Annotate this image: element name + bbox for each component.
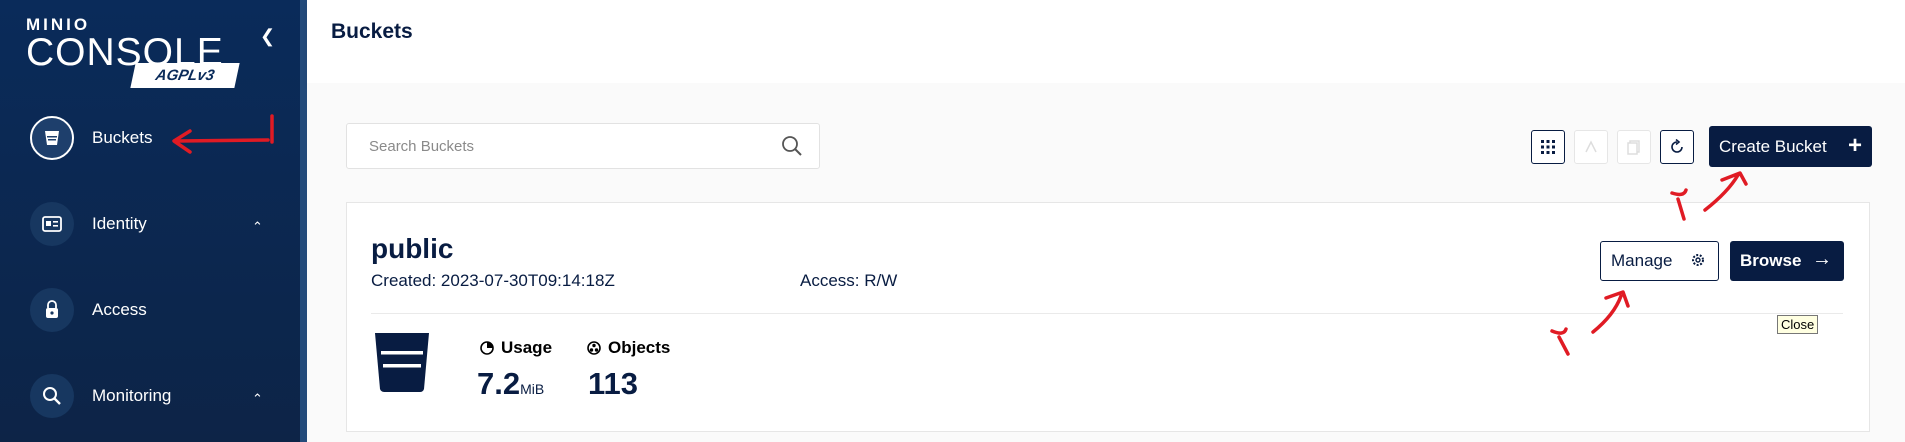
replicate-button[interactable]: [1574, 130, 1608, 164]
bucket-card: [346, 202, 1870, 432]
grid-icon: [1541, 140, 1555, 154]
chevron-up-icon[interactable]: ⌃: [252, 219, 263, 235]
sidebar-edge: [300, 0, 307, 442]
lock-icon: [30, 288, 74, 332]
pie-chart-icon: [480, 341, 494, 355]
grid-view-button[interactable]: [1531, 130, 1565, 164]
id-card-icon: [30, 202, 74, 246]
usage-label: Usage: [480, 338, 552, 358]
sidebar-item-label: Buckets: [92, 128, 153, 147]
manage-label: Manage: [1611, 251, 1673, 270]
magnifier-icon: [30, 374, 74, 418]
sidebar-item-access[interactable]: Access: [30, 288, 147, 332]
create-bucket-button[interactable]: Create Bucket +: [1709, 126, 1872, 167]
sidebar-item-identity[interactable]: Identity: [30, 202, 147, 246]
usage-value: 7.2MiB: [477, 366, 544, 402]
objects-value: 113: [588, 366, 639, 401]
lifecycle-button[interactable]: [1617, 130, 1651, 164]
manage-button[interactable]: Manage: [1600, 241, 1719, 281]
card-divider: [371, 313, 1843, 314]
objects-label: Objects: [587, 338, 670, 358]
page-header: Buckets: [307, 0, 1905, 83]
bucket-name: public: [371, 233, 454, 264]
refresh-button[interactable]: [1660, 130, 1694, 164]
sidebar-item-buckets[interactable]: Buckets: [30, 116, 152, 160]
search-bar: [346, 123, 820, 169]
sidebar-item-label: Monitoring: [92, 386, 172, 405]
close-tooltip: Close: [1777, 315, 1819, 334]
usage-number: 7.2: [477, 366, 521, 401]
plus-icon: +: [1847, 132, 1862, 159]
chevron-up-icon[interactable]: ⌃: [252, 391, 263, 407]
refresh-icon: [1671, 139, 1683, 153]
sidebar-item-monitoring[interactable]: Monitoring: [30, 374, 171, 418]
agpl-badge: AGPLv3: [130, 63, 240, 88]
collapse-sidebar-icon[interactable]: ❮: [260, 26, 275, 47]
bucket-icon: [372, 331, 432, 398]
bucket-created: Created: 2023-07-30T09:14:18Z: [371, 271, 615, 290]
browse-label: Browse: [1740, 251, 1802, 270]
objects-icon: [587, 341, 601, 355]
usage-unit: MiB: [520, 381, 545, 397]
search-input[interactable]: [367, 136, 771, 156]
replicate-icon: [1585, 140, 1597, 153]
bucket-access: Access: R/W: [800, 271, 898, 290]
sidebar-item-label: Access: [92, 300, 147, 319]
sidebar-item-label: Identity: [92, 214, 147, 233]
sidebar: MINIO CONSOLE AGPLv3 ❮ Buckets Identity …: [0, 0, 300, 442]
objects-label-text: Objects: [608, 338, 671, 357]
create-bucket-label: Create Bucket: [1719, 136, 1827, 156]
documents-icon: [1627, 140, 1640, 155]
browse-button[interactable]: Browse →: [1730, 241, 1844, 281]
gear-icon: [1690, 252, 1706, 273]
bucket-icon: [30, 116, 74, 160]
search-icon[interactable]: [781, 135, 803, 162]
arrow-right-icon: →: [1812, 248, 1832, 270]
usage-label-text: Usage: [501, 338, 553, 357]
page-title: Buckets: [331, 20, 413, 43]
